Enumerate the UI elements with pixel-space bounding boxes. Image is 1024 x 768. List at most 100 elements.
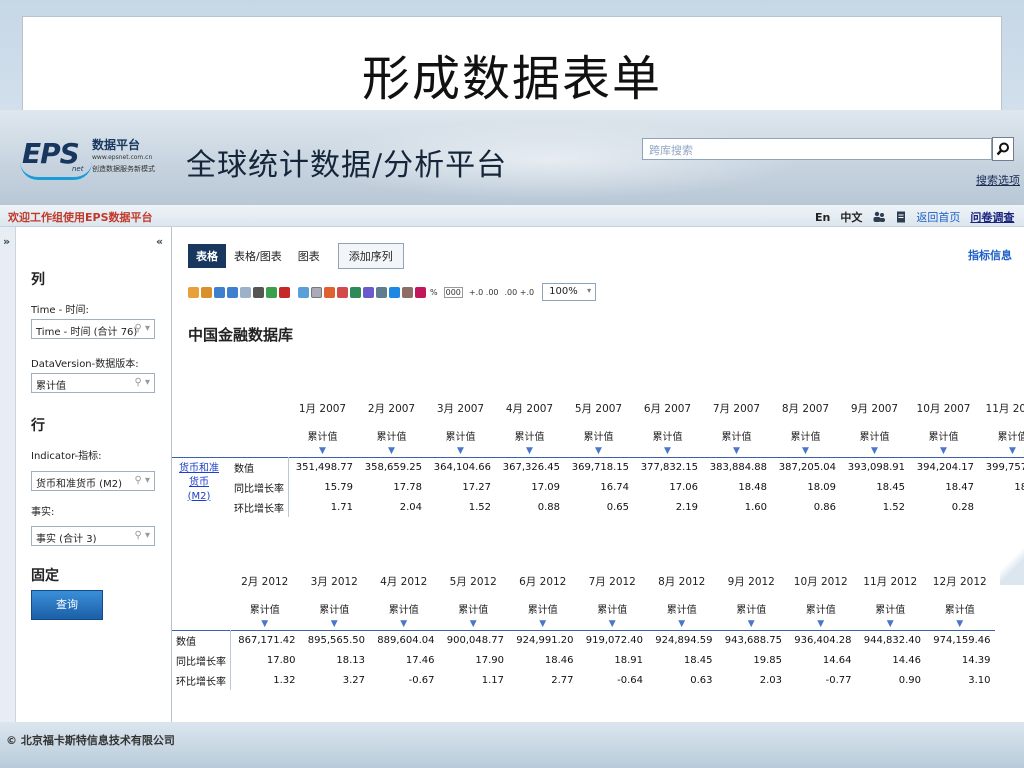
month-header[interactable]: 3月 2012 bbox=[300, 567, 370, 595]
table-cell[interactable]: 17.90 bbox=[439, 650, 509, 670]
tab-table-chart[interactable]: 表格/图表 bbox=[226, 244, 290, 268]
table-cell[interactable]: 369,718.15 bbox=[564, 457, 633, 477]
version-header[interactable]: 累计值 ▼ bbox=[357, 422, 426, 457]
table-cell[interactable]: 383,884.88 bbox=[702, 457, 771, 477]
table-cell[interactable]: 1.17 bbox=[439, 670, 509, 690]
version-header[interactable]: 累计值 ▼ bbox=[426, 422, 495, 457]
table-cell[interactable]: -0.67 bbox=[369, 670, 439, 690]
table-cell[interactable]: 18.48 bbox=[702, 477, 771, 497]
table-cell[interactable]: 889,604.04 bbox=[369, 630, 439, 650]
pdf-icon[interactable] bbox=[279, 286, 290, 298]
indicator-combo[interactable]: 货币和准货币 (M2) ⚲ ▾ bbox=[31, 471, 155, 491]
sort-down-icon[interactable]: ▼ bbox=[647, 619, 717, 629]
export-icon[interactable] bbox=[188, 286, 199, 298]
version-header[interactable]: 累计值 ▼ bbox=[840, 422, 909, 457]
sort-icon[interactable] bbox=[311, 286, 322, 298]
sort-down-icon[interactable]: ▼ bbox=[300, 619, 370, 629]
version-header[interactable]: 累计值 ▼ bbox=[300, 595, 370, 630]
table-cell[interactable]: 2.03 bbox=[717, 670, 787, 690]
table-cell[interactable]: 358,659.25 bbox=[357, 457, 426, 477]
table-cell[interactable]: 18.45 bbox=[647, 650, 717, 670]
sort-down-icon[interactable]: ▼ bbox=[978, 446, 1024, 456]
fact-combo[interactable]: 事实 (合计 3) ⚲ ▾ bbox=[31, 526, 155, 546]
undo-icon[interactable] bbox=[214, 286, 225, 298]
version-header[interactable]: 累计值 ▼ bbox=[369, 595, 439, 630]
table-cell[interactable]: 2.77 bbox=[508, 670, 578, 690]
thousands-separator-icon[interactable]: 000 bbox=[443, 286, 463, 298]
table-cell[interactable]: 900,048.77 bbox=[439, 630, 509, 650]
table-cell[interactable]: 14.46 bbox=[856, 650, 926, 670]
lang-zh-link[interactable]: 中文 bbox=[840, 209, 862, 225]
sort-down-icon[interactable]: ▼ bbox=[230, 619, 300, 629]
table-cell[interactable]: 17.06 bbox=[633, 477, 702, 497]
version-header[interactable]: 累计值 ▼ bbox=[633, 422, 702, 457]
filter-icon[interactable] bbox=[324, 286, 335, 298]
month-header[interactable]: 7月 2007 bbox=[702, 394, 771, 422]
version-header[interactable]: 累计值 ▼ bbox=[564, 422, 633, 457]
search-dropdown-icon[interactable]: ⚲ ▾ bbox=[134, 475, 150, 486]
month-header[interactable]: 11月 2007 bbox=[978, 394, 1024, 422]
table-cell[interactable]: 18.91 bbox=[578, 650, 648, 670]
month-header[interactable]: 2月 2007 bbox=[357, 394, 426, 422]
month-header[interactable]: 9月 2007 bbox=[840, 394, 909, 422]
calculator-icon[interactable] bbox=[376, 286, 387, 298]
survey-link[interactable]: 问卷调查 bbox=[970, 209, 1014, 225]
table-cell[interactable]: 936,404.28 bbox=[786, 630, 856, 650]
table-cell[interactable]: 394,204.17 bbox=[909, 457, 978, 477]
table-cell[interactable]: 393,098.91 bbox=[840, 457, 909, 477]
home-link[interactable]: 返回首页 bbox=[916, 209, 960, 225]
month-header[interactable]: 10月 2012 bbox=[786, 567, 856, 595]
table-cell[interactable]: 0.28 bbox=[909, 497, 978, 517]
document-icon[interactable] bbox=[896, 211, 906, 223]
search-dropdown-icon[interactable]: ⚲ ▾ bbox=[134, 530, 150, 541]
table-cell[interactable]: -0.77 bbox=[786, 670, 856, 690]
transpose-icon[interactable] bbox=[298, 286, 309, 298]
table-cell[interactable]: 1.32 bbox=[230, 670, 300, 690]
time-combo[interactable]: Time - 时间 (合计 76) ⚲ ▾ bbox=[31, 319, 155, 339]
month-header[interactable]: 10月 2007 bbox=[909, 394, 978, 422]
table-cell[interactable]: 377,832.15 bbox=[633, 457, 702, 477]
version-header[interactable]: 累计值 ▼ bbox=[495, 422, 564, 457]
tools-icon[interactable] bbox=[402, 286, 413, 298]
table-cell[interactable]: 17.09 bbox=[495, 477, 564, 497]
sort-down-icon[interactable]: ▼ bbox=[702, 446, 771, 456]
tab-table[interactable]: 表格 bbox=[188, 244, 226, 268]
table-cell[interactable]: 18.45 bbox=[840, 477, 909, 497]
version-header[interactable]: 累计值 ▼ bbox=[925, 595, 995, 630]
table-cell[interactable]: 387,205.04 bbox=[771, 457, 840, 477]
print-icon[interactable] bbox=[253, 286, 264, 298]
version-header[interactable]: 累计值 ▼ bbox=[717, 595, 787, 630]
expand-strip[interactable]: » bbox=[0, 227, 16, 722]
version-header[interactable]: 累计值 ▼ bbox=[439, 595, 509, 630]
table-cell[interactable]: 19.85 bbox=[717, 650, 787, 670]
collapse-sidebar-icon[interactable]: « bbox=[156, 235, 163, 248]
version-header[interactable]: 累计值 ▼ bbox=[508, 595, 578, 630]
month-header[interactable]: 4月 2007 bbox=[495, 394, 564, 422]
save-icon[interactable] bbox=[201, 286, 212, 298]
table-cell[interactable]: 2.19 bbox=[633, 497, 702, 517]
table-cell[interactable]: 867,171.42 bbox=[230, 630, 300, 650]
users-icon[interactable] bbox=[872, 211, 886, 223]
tab-chart[interactable]: 图表 bbox=[290, 244, 328, 268]
search-options-link[interactable]: 搜索选项 bbox=[976, 172, 1020, 188]
month-header[interactable]: 7月 2012 bbox=[578, 567, 648, 595]
zoom-select[interactable]: 100% ▾ bbox=[542, 283, 597, 301]
sort-down-icon[interactable]: ▼ bbox=[508, 619, 578, 629]
table-cell[interactable] bbox=[978, 497, 1024, 517]
month-header[interactable]: 5月 2007 bbox=[564, 394, 633, 422]
table-cell[interactable]: -0.64 bbox=[578, 670, 648, 690]
table-cell[interactable]: 924,894.59 bbox=[647, 630, 717, 650]
table-cell[interactable]: 367,326.45 bbox=[495, 457, 564, 477]
table-cell[interactable]: 1.52 bbox=[426, 497, 495, 517]
sort-down-icon[interactable]: ▼ bbox=[369, 619, 439, 629]
sort-down-icon[interactable]: ▼ bbox=[439, 619, 509, 629]
sort-down-icon[interactable]: ▼ bbox=[925, 619, 995, 629]
sort-down-icon[interactable]: ▼ bbox=[564, 446, 633, 456]
table-cell[interactable]: 895,565.50 bbox=[300, 630, 370, 650]
version-header[interactable]: 累计值 ▼ bbox=[702, 422, 771, 457]
forward-icon[interactable] bbox=[240, 286, 251, 298]
table-cell[interactable]: 18.45 bbox=[978, 477, 1024, 497]
month-header[interactable]: 8月 2012 bbox=[647, 567, 717, 595]
version-header[interactable]: 累计值 ▼ bbox=[909, 422, 978, 457]
version-header[interactable]: 累计值 ▼ bbox=[230, 595, 300, 630]
